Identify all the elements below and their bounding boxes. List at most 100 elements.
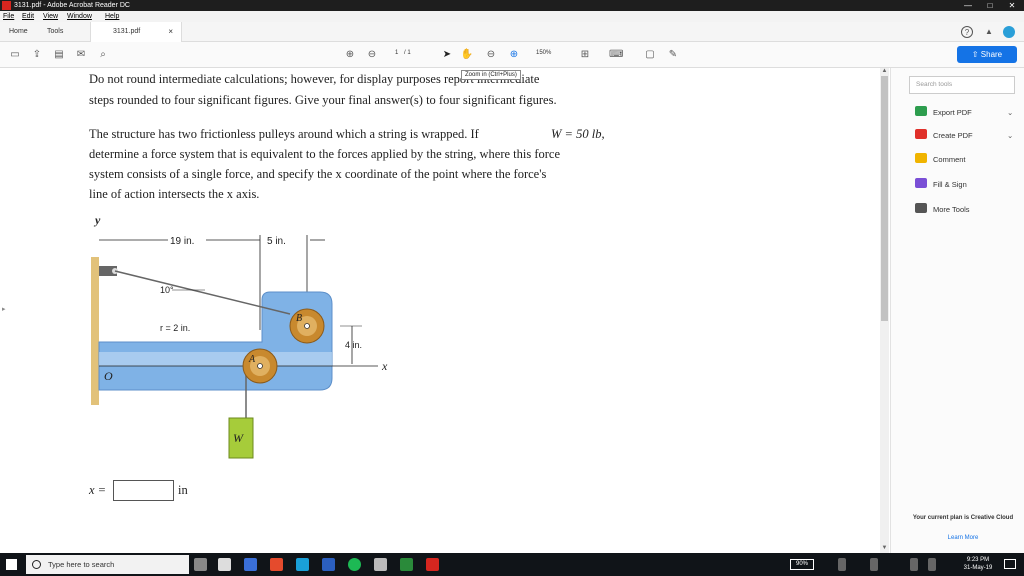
fig-dim-4: 4 in.	[345, 340, 362, 350]
taskbar-search-input[interactable]: Type here to search	[26, 555, 189, 574]
menu-help[interactable]: Help	[105, 11, 119, 22]
zoom-out-icon[interactable]: ⊖	[484, 48, 498, 62]
prev-page-icon[interactable]: ⊕	[343, 48, 357, 62]
battery-indicator[interactable]: 90%	[790, 559, 814, 570]
instruction-line-2: steps rounded to four significant figure…	[89, 93, 557, 107]
tool-create-pdf[interactable]: Create PDF ⌄	[915, 129, 1013, 143]
volume-icon[interactable]	[928, 558, 936, 571]
tray-icon[interactable]	[870, 558, 878, 571]
zoom-in-icon[interactable]: ⊕	[507, 48, 521, 62]
tool-comment-label: Comment	[933, 155, 966, 164]
more-tools-icon	[915, 203, 927, 213]
help-icon[interactable]: ?	[961, 26, 973, 38]
tab-tools[interactable]: Tools	[47, 22, 63, 42]
share-icon: ⇧	[971, 50, 981, 59]
fig-y-label: y	[93, 213, 101, 227]
system-clock[interactable]: 9:23 PM 31-May-19	[958, 556, 998, 572]
problem-line-2: determine a force system that is equival…	[89, 147, 561, 161]
tool-fill-sign-label: Fill & Sign	[933, 180, 967, 189]
comment-tool-icon	[915, 153, 927, 163]
tools-side-panel: Search tools Export PDF ⌄ Create PDF ⌄ C…	[890, 68, 1024, 553]
scroll-down-icon[interactable]: ▼	[880, 545, 889, 551]
menu-edit[interactable]: Edit	[22, 11, 34, 22]
select-cursor-icon[interactable]: ➤	[440, 48, 454, 62]
close-button[interactable]: ✕	[1002, 0, 1022, 11]
answer-input[interactable]	[113, 480, 174, 501]
search-tools-input[interactable]: Search tools	[909, 76, 1015, 94]
zoom-tooltip: Zoom in (Ctrl+Plus)	[461, 70, 521, 80]
comment-icon[interactable]: ▢	[643, 48, 657, 62]
toolbar: ▭ ⇪ ▤ ✉ ⌕ ⊕ ⊖ 1 / 1 ➤ ✋ ⊖ ⊕ 150% ⊞ ⌨ ▢ ✎	[0, 42, 1024, 68]
plan-text: Your current plan is Creative Cloud	[912, 515, 1014, 521]
left-panel-arrow-icon[interactable]: ▸	[2, 305, 6, 313]
fig-weight-label: W	[233, 431, 244, 445]
tool-create-pdf-label: Create PDF	[933, 131, 973, 140]
notification-icon[interactable]	[1004, 559, 1016, 569]
pen-icon[interactable]: ✎	[666, 48, 680, 62]
maximize-button[interactable]: □	[980, 0, 1000, 11]
fig-angle-label: 10°	[160, 285, 174, 295]
learn-more-link[interactable]: Learn More	[905, 535, 1021, 541]
file-explorer-icon[interactable]	[244, 558, 257, 571]
fig-string	[114, 270, 291, 315]
network-icon[interactable]	[910, 558, 918, 571]
chrome-icon[interactable]	[270, 558, 283, 571]
fig-dim-19: 19 in.	[170, 236, 194, 247]
fig-radius-label: r = 2 in.	[160, 323, 190, 333]
acrobat-taskbar-icon[interactable]	[426, 558, 439, 571]
spotify-icon[interactable]	[348, 558, 361, 571]
tab-document[interactable]: 3131.pdf ×	[90, 22, 182, 42]
menu-file[interactable]: File	[3, 11, 14, 22]
zoom-level-select[interactable]: 150%	[536, 50, 551, 56]
fig-x-label: x	[381, 359, 388, 373]
minimize-button[interactable]: —	[958, 0, 978, 11]
outlook-icon[interactable]	[296, 558, 309, 571]
hand-tool-icon[interactable]: ✋	[460, 48, 474, 62]
tool-more-tools[interactable]: More Tools	[915, 203, 970, 217]
answer-label: x =	[89, 483, 107, 497]
green-app-icon[interactable]	[400, 558, 413, 571]
tab-close-icon[interactable]: ×	[168, 22, 173, 42]
save-icon[interactable]: ▭	[8, 48, 22, 62]
page-total: / 1	[404, 50, 411, 56]
problem-line-1: The structure has two frictionless pulle…	[89, 127, 479, 141]
microphone-icon[interactable]	[194, 558, 207, 571]
fill-sign-icon	[915, 178, 927, 188]
page-number-input[interactable]: 1	[395, 50, 398, 56]
tool-fill-sign[interactable]: Fill & Sign	[915, 178, 967, 192]
fig-origin-label: O	[104, 369, 113, 383]
task-view-icon[interactable]	[218, 558, 231, 571]
tool-export-pdf-label: Export PDF	[933, 108, 972, 117]
tool-comment[interactable]: Comment	[915, 153, 966, 167]
scroll-up-icon[interactable]: ▲	[880, 68, 889, 74]
keyboard-icon[interactable]: ⌨	[609, 48, 623, 62]
share-button[interactable]: ⇧ Share	[957, 46, 1017, 63]
tab-home[interactable]: Home	[9, 22, 28, 42]
email-icon[interactable]: ✉	[74, 48, 88, 62]
menu-bar: File Edit View Window Help	[0, 11, 1024, 22]
window-title: 3131.pdf - Adobe Acrobat Reader DC	[14, 2, 130, 9]
taskbar: Type here to search 90% 9:23 PM 31-May-1…	[0, 553, 1024, 576]
tool-export-pdf[interactable]: Export PDF ⌄	[915, 106, 1013, 120]
menu-window[interactable]: Window	[67, 11, 92, 22]
document-scrollbar[interactable]: ▲ ▼	[880, 68, 889, 553]
fig-pulley-b-label: B	[296, 313, 302, 324]
cortana-icon	[32, 560, 41, 569]
windows-start-icon[interactable]	[6, 559, 17, 570]
problem-line-4: line of action intersects the x axis.	[89, 187, 260, 201]
print-icon[interactable]: ▤	[52, 48, 66, 62]
title-bar: 3131.pdf - Adobe Acrobat Reader DC — □ ✕	[0, 0, 1024, 11]
chevron-down-icon[interactable]: ⌄	[1007, 129, 1013, 143]
bell-icon[interactable]: ▲	[983, 26, 995, 38]
chevron-down-icon[interactable]: ⌄	[1007, 106, 1013, 120]
people-icon[interactable]	[838, 558, 846, 571]
scrollbar-thumb[interactable]	[881, 76, 888, 321]
find-icon[interactable]: ⌕	[96, 48, 110, 62]
game-controller-icon[interactable]	[374, 558, 387, 571]
word-icon[interactable]	[322, 558, 335, 571]
account-icon[interactable]	[1003, 26, 1015, 38]
next-page-icon[interactable]: ⊖	[365, 48, 379, 62]
fit-page-icon[interactable]: ⊞	[578, 48, 592, 62]
menu-view[interactable]: View	[43, 11, 58, 22]
upload-icon[interactable]: ⇪	[30, 48, 44, 62]
